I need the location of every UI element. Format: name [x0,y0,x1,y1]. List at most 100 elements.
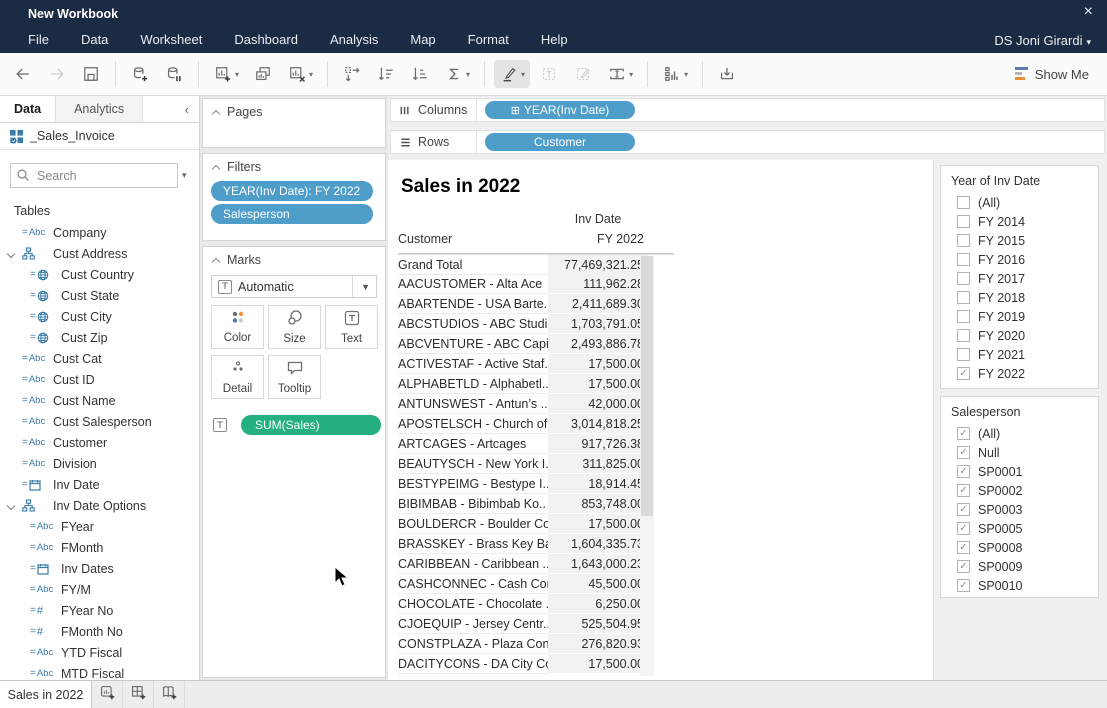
checkbox[interactable] [957,272,970,285]
field-cust-country[interactable]: =Cust Country [0,264,199,285]
cell-value[interactable]: 276,820.93 [548,634,648,654]
filter-option-all[interactable]: (All) [951,193,1098,212]
cell-value[interactable]: 6,250.00 [548,594,648,614]
row-header[interactable]: ABCSTUDIOS - ABC Studi.. [398,314,548,334]
field-fyear[interactable]: =AbcFYear [0,516,199,537]
checkbox[interactable]: ✓ [957,522,970,535]
row-header[interactable]: AACUSTOMER - Alta Ace [398,274,548,294]
cell-value[interactable]: 17,500.00 [548,514,648,534]
field-cust-state[interactable]: =Cust State [0,285,199,306]
field-mtd-fiscal[interactable]: =AbcMTD Fiscal [0,663,199,680]
back-button[interactable] [8,60,38,88]
filter-option-fy-2017[interactable]: FY 2017 [951,269,1098,288]
sheet-tab-active[interactable]: Sales in 2022 [0,681,92,708]
filter-option-sp0008[interactable]: ✓SP0008 [951,538,1098,557]
menu-dashboard[interactable]: Dashboard [218,27,314,53]
tab-analytics[interactable]: Analytics [55,96,143,122]
cell-value[interactable]: 2,493,886.78 [548,334,648,354]
column-field-header[interactable]: Inv Date [548,212,648,226]
expand-icon[interactable] [7,250,15,258]
checkbox[interactable] [957,291,970,304]
marks-button-tooltip[interactable]: Tooltip [268,355,321,399]
collapse-panel-icon[interactable]: ‹ [175,96,199,122]
table-row[interactable]: BOULDERCR - Boulder Co..17,500.00 [398,514,674,534]
table-row[interactable]: ACTIVESTAF - Active Staf..17,500.00 [398,354,674,374]
marks-button-size[interactable]: Size [268,305,321,349]
checkbox[interactable]: ✓ [957,503,970,516]
checkbox[interactable]: ✓ [957,541,970,554]
filter-option-sp0002[interactable]: ✓SP0002 [951,481,1098,500]
field-fyear-no[interactable]: =#FYear No [0,600,199,621]
menu-format[interactable]: Format [452,27,525,53]
new-dashboard-tab-button[interactable] [123,681,154,708]
duplicate-sheet-button[interactable] [248,60,278,88]
filter-pill-year-inv-date-fy-2022[interactable]: YEAR(Inv Date): FY 2022 [211,181,373,201]
menu-file[interactable]: File [12,27,65,53]
cell-value[interactable]: 853,748.00 [548,494,648,514]
field-cust-cat[interactable]: =AbcCust Cat [0,348,199,369]
filter-option-fy-2016[interactable]: FY 2016 [951,250,1098,269]
new-story-tab-button[interactable] [154,681,185,708]
cell-value[interactable]: 17,500.00 [548,374,648,394]
field-company[interactable]: =AbcCompany [0,222,199,243]
new-worksheet-tab-button[interactable] [92,681,123,708]
row-header[interactable]: CARIBBEAN - Caribbean .. [398,554,548,574]
field-division[interactable]: =AbcDivision [0,453,199,474]
expand-icon[interactable] [7,502,15,510]
row-header[interactable]: CASHCONNEC - Cash Con.. [398,574,548,594]
chevron-up-icon[interactable] [212,257,220,265]
filter-option-fy-2020[interactable]: FY 2020 [951,326,1098,345]
checkbox[interactable]: ✓ [957,465,970,478]
download-button[interactable] [712,60,742,88]
row-header[interactable]: BEAUTYSCH - New York I.. [398,454,548,474]
columns-shelf[interactable]: Columns ⊞YEAR(Inv Date) [390,98,1105,122]
cell-value[interactable]: 3,014,818.25 [548,414,648,434]
filter-option-fy-2014[interactable]: FY 2014 [951,212,1098,231]
field-fmonth-no[interactable]: =#FMonth No [0,621,199,642]
checkbox[interactable]: ✓ [957,367,970,380]
row-header[interactable]: CONSTPLAZA - Plaza Con.. [398,634,548,654]
pause-auto-updates-button[interactable] [159,60,189,88]
filter-pill-salesperson[interactable]: Salesperson [211,204,373,224]
filter-option-fy-2021[interactable]: FY 2021 [951,345,1098,364]
field-customer[interactable]: =AbcCustomer [0,432,199,453]
tab-data[interactable]: Data [0,96,55,122]
row-header[interactable]: ARTCAGES - Artcages [398,434,548,454]
table-row[interactable]: CASHCONNEC - Cash Con..45,500.00 [398,574,674,594]
sort-descending-button[interactable] [405,60,435,88]
field-cust-salesperson[interactable]: =AbcCust Salesperson [0,411,199,432]
cell-value[interactable]: 17,500.00 [548,654,648,674]
cell-size-button[interactable]: ▾ [657,60,693,88]
checkbox[interactable] [957,253,970,266]
rows-pill[interactable]: Customer [485,133,635,151]
row-header[interactable]: CJOEQUIP - Jersey Centr.. [398,614,548,634]
table-row[interactable]: Grand Total77,469,321.25 [398,254,674,274]
checkbox[interactable]: ✓ [957,446,970,459]
totals-button[interactable]: ▾ [439,60,475,88]
field-cust-id[interactable]: =AbcCust ID [0,369,199,390]
filter-option-sp0010[interactable]: ✓SP0010 [951,576,1098,595]
table-row[interactable]: BESTYPEIMG - Bestype I..18,914.45 [398,474,674,494]
menu-data[interactable]: Data [65,27,124,53]
checkbox[interactable] [957,196,970,209]
filter-option-fy-2019[interactable]: FY 2019 [951,307,1098,326]
checkbox[interactable] [957,329,970,342]
row-field-header[interactable]: Customer [398,232,452,246]
row-header[interactable]: ACTIVESTAF - Active Staf.. [398,354,548,374]
field-inv-dates[interactable]: =Inv Dates [0,558,199,579]
cell-value[interactable]: 1,703,791.05 [548,314,648,334]
checkbox[interactable] [957,215,970,228]
new-data-source-button[interactable] [125,60,155,88]
cell-value[interactable]: 1,643,000.23 [548,554,648,574]
cell-value[interactable]: 18,914.45 [548,474,648,494]
sort-ascending-button[interactable] [371,60,401,88]
chevron-up-icon[interactable] [212,109,220,117]
datasource-item[interactable]: _Sales_Invoice [0,123,199,150]
filter-option-sp0005[interactable]: ✓SP0005 [951,519,1098,538]
row-header[interactable]: Grand Total [398,255,548,275]
field-fy-m[interactable]: =AbcFY/M [0,579,199,600]
mark-type-dropdown[interactable]: T Automatic ▼ [211,275,377,298]
table-row[interactable]: APOSTELSCH - Church of ..3,014,818.25 [398,414,674,434]
row-header[interactable]: BRASSKEY - Brass Key Bar [398,534,548,554]
scrollbar-thumb[interactable] [641,256,653,516]
